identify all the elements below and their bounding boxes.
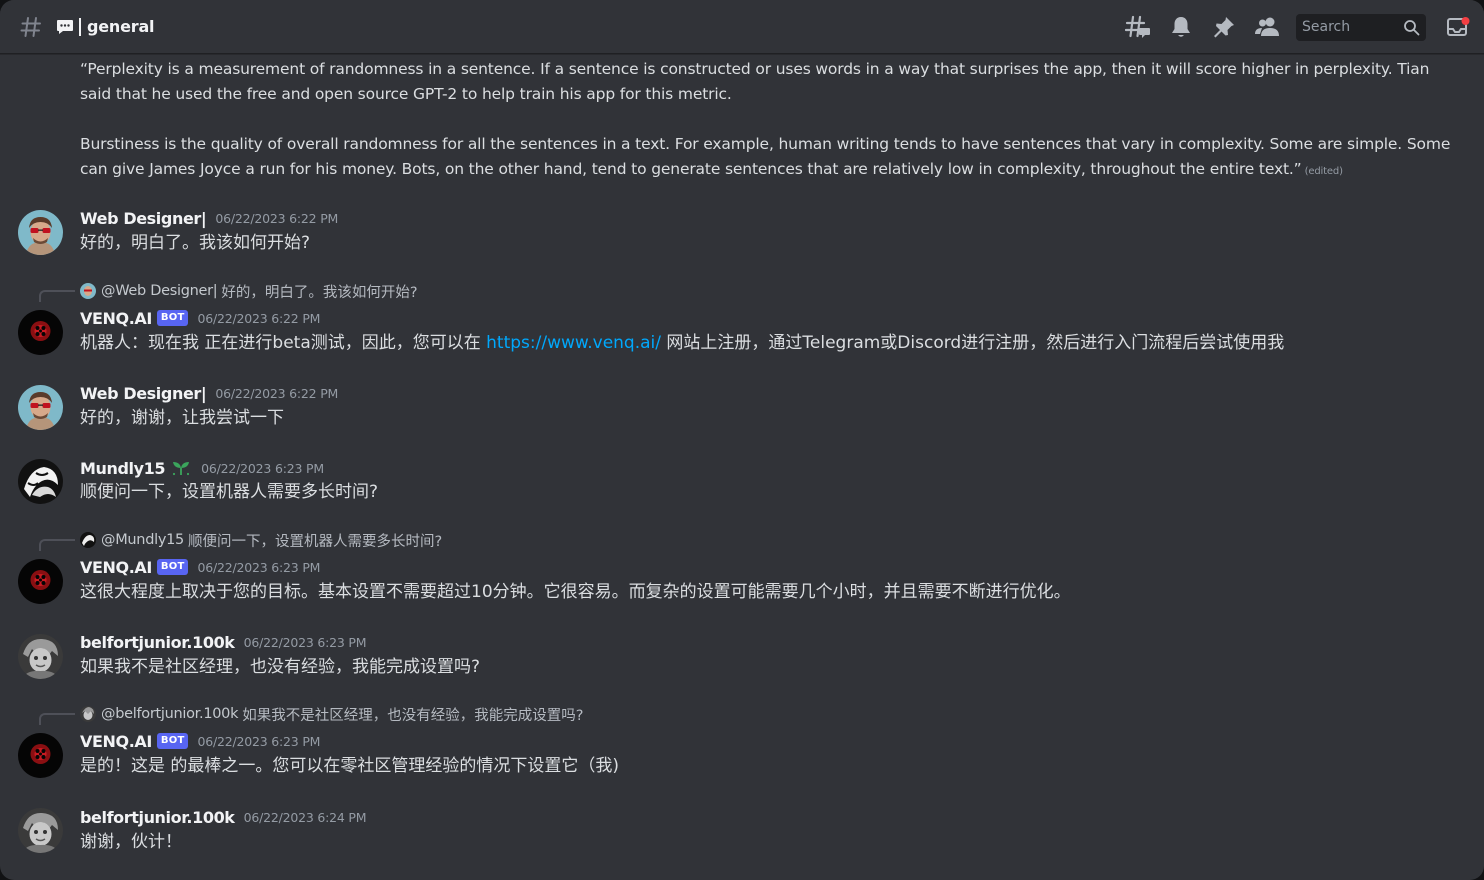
reply-spine <box>39 713 75 725</box>
reply-spine <box>39 290 75 302</box>
sprout-icon <box>170 459 192 477</box>
avatar[interactable] <box>18 459 63 504</box>
message-timestamp: 06/22/2023 6:22 PM <box>215 385 339 401</box>
message-list: “Perplexity is a measurement of randomne… <box>0 55 1484 880</box>
search-icon <box>1403 19 1420 36</box>
bot-badge: BOT <box>156 559 189 575</box>
search-box[interactable] <box>1296 13 1426 41</box>
hash-icon <box>20 16 42 38</box>
channel-name: general <box>87 17 155 36</box>
quote-paragraph-2: Burstiness is the quality of overall ran… <box>80 135 1451 178</box>
message-content: 这很大程度上取决于您的目标。基本设置不需要超过10分钟。它很容易。而复杂的设置可… <box>80 582 1071 602</box>
author-name[interactable]: VENQ.AI <box>80 558 152 577</box>
channel-divider <box>79 17 81 36</box>
reply-username[interactable]: @Mundly15 <box>101 532 184 548</box>
message-timestamp: 06/22/2023 6:22 PM <box>215 210 339 226</box>
reply-avatar <box>80 283 96 299</box>
message-link[interactable]: https://www.venq.ai/ <box>486 333 661 353</box>
pin-icon[interactable] <box>1210 13 1238 41</box>
reply-username[interactable]: @Web Designer| <box>101 283 218 299</box>
chat-bubble-icon <box>56 18 74 36</box>
message-content: 顺便问一下，设置机器人需要多长时间? <box>80 482 379 502</box>
members-icon[interactable] <box>1253 13 1281 41</box>
message-timestamp: 06/22/2023 6:23 PM <box>243 634 367 650</box>
bot-badge: BOT <box>156 310 189 326</box>
author-name[interactable]: Web Designer| <box>80 209 207 228</box>
reply-avatar <box>80 532 96 548</box>
reply-preview[interactable]: @Web Designer| 好的，明白了。我该如何开始? <box>80 281 418 301</box>
message-content: 好的，谢谢，让我尝试一下 <box>80 408 284 428</box>
message-content: 好的，明白了。我该如何开始? <box>80 233 311 253</box>
author-name[interactable]: Mundly15 <box>80 459 166 478</box>
author-name[interactable]: belfortjunior.100k <box>80 808 235 827</box>
bot-badge: BOT <box>156 733 189 749</box>
author-name[interactable]: VENQ.AI <box>80 309 152 328</box>
header-toolbar <box>1109 0 1472 54</box>
avatar[interactable] <box>18 559 63 604</box>
reply-spine <box>39 539 75 551</box>
avatar[interactable] <box>18 808 63 853</box>
inbox-icon[interactable] <box>1444 13 1472 41</box>
discord-window: general Search “Perplexity is a measurem… <box>0 0 1484 880</box>
message-quote-paragraph: Burstiness is the quality of overall ran… <box>80 132 1456 184</box>
avatar[interactable] <box>18 210 63 255</box>
reply-avatar <box>80 706 96 722</box>
message-timestamp: 06/22/2023 6:23 PM <box>197 733 321 749</box>
message-text: 机器人：现在我 正在进行beta测试，因此，您可以在 <box>80 333 487 353</box>
message-text: 网站上注册，通过Telegram或Discord进行注册，然后进行入门流程后尝试… <box>661 333 1285 353</box>
reply-username[interactable]: @belfortjunior.100k <box>101 706 239 722</box>
message-timestamp: 06/22/2023 6:24 PM <box>243 809 367 825</box>
threads-icon[interactable] <box>1124 13 1152 41</box>
author-name[interactable]: belfortjunior.100k <box>80 633 235 652</box>
message-content: 是的！这是 的最棒之一。您可以在零社区管理经验的情况下设置它（我) <box>80 756 620 776</box>
avatar[interactable] <box>18 733 63 778</box>
reply-preview[interactable]: @Mundly15 顺便问一下，设置机器人需要多长时间? <box>80 530 442 550</box>
bell-icon[interactable] <box>1167 13 1195 41</box>
message-timestamp: 06/22/2023 6:23 PM <box>197 559 321 575</box>
message-content: 如果我不是社区经理，也没有经验，我能完成设置吗? <box>80 657 481 677</box>
avatar[interactable] <box>18 310 63 355</box>
avatar[interactable] <box>18 634 63 679</box>
channel-header: general <box>0 0 1484 54</box>
reply-text: 好的，明白了。我该如何开始? <box>221 284 418 301</box>
message-content: 机器人：现在我 正在进行beta测试，因此，您可以在 https://www.v… <box>80 330 1464 356</box>
search-input[interactable] <box>1302 19 1402 35</box>
message-content: 谢谢，伙计！ <box>80 832 182 852</box>
message-timestamp: 06/22/2023 6:22 PM <box>197 310 321 326</box>
message-quote-paragraph: “Perplexity is a measurement of randomne… <box>80 57 1456 107</box>
reply-text: 如果我不是社区经理，也没有经验，我能完成设置吗? <box>242 707 584 724</box>
author-name[interactable]: Web Designer| <box>80 384 207 403</box>
edited-label: (edited) <box>1304 166 1343 177</box>
quote-paragraph-1: “Perplexity is a measurement of randomne… <box>80 60 1430 103</box>
reply-text: 顺便问一下，设置机器人需要多长时间? <box>187 533 443 550</box>
avatar[interactable] <box>18 385 63 430</box>
message-timestamp: 06/22/2023 6:23 PM <box>201 460 324 476</box>
reply-preview[interactable]: @belfortjunior.100k 如果我不是社区经理，也没有经验，我能完成… <box>80 704 583 724</box>
author-name[interactable]: VENQ.AI <box>80 732 152 751</box>
